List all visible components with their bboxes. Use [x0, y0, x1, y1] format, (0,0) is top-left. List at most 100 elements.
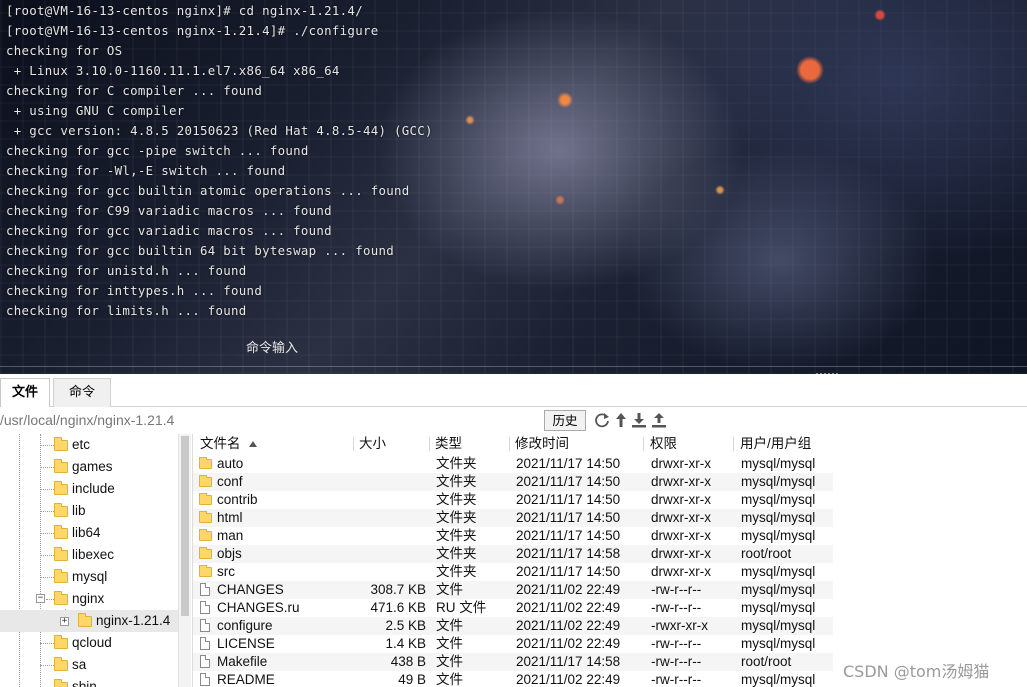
column-header-permissions[interactable]: 权限 — [650, 434, 677, 454]
file-row[interactable]: html 文件夹 2021/11/17 14:50 drwxr-xr-x mysql/m… — [193, 509, 833, 527]
file-type: 文件 — [436, 672, 463, 687]
folder-icon — [54, 459, 68, 473]
file-size: 49 B — [398, 672, 426, 687]
file-owner: mysql/mysql — [741, 510, 816, 525]
upload-icon[interactable] — [650, 411, 668, 429]
command-input-label[interactable]: 命令输入 — [246, 337, 298, 356]
folder-icon — [199, 529, 212, 541]
expand-toggle-icon[interactable]: + — [60, 617, 69, 626]
file-row[interactable]: auto 文件夹 2021/11/17 14:50 drwxr-xr-x mysql/m… — [193, 455, 833, 473]
terminal-line: + using GNU C compiler — [6, 103, 185, 118]
file-mtime: 2021/11/17 14:58 — [516, 546, 621, 561]
tree-item-nginx-1-21-4[interactable]: + nginx-1.21.4 — [0, 610, 178, 632]
file-mtime: 2021/11/02 22:49 — [516, 582, 621, 597]
file-type: 文件 — [436, 582, 463, 597]
file-name: objs — [217, 546, 242, 561]
column-header-name[interactable]: 文件名 — [200, 434, 257, 454]
tree-item-mysql[interactable]: mysql — [52, 566, 178, 588]
terminal-line: [root@VM-16-13-centos nginx]# cd nginx-1… — [6, 3, 363, 18]
file-owner: mysql/mysql — [741, 672, 816, 687]
tree-item-sa[interactable]: sa — [52, 654, 178, 676]
tree-item-qcloud[interactable]: qcloud — [52, 632, 178, 654]
file-mtime: 2021/11/17 14:50 — [516, 510, 621, 525]
file-row[interactable]: LICENSE 1.4 KB 文件 2021/11/02 22:49 -rw-r--r-… — [193, 635, 833, 653]
file-type: 文件 — [436, 636, 463, 651]
file-name: conf — [217, 474, 243, 489]
file-type: 文件夹 — [436, 510, 477, 525]
folder-icon — [199, 457, 212, 469]
tab-commands[interactable]: 命令 — [53, 378, 111, 407]
file-type: 文件夹 — [436, 546, 477, 561]
folder-icon — [54, 569, 68, 583]
tree-scrollbar[interactable] — [178, 434, 191, 687]
file-type: 文件夹 — [436, 474, 477, 489]
file-row[interactable]: CHANGES 308.7 KB 文件 2021/11/02 22:49 -rw-r--… — [193, 581, 833, 599]
tree-item-include[interactable]: include — [52, 478, 178, 500]
column-separator[interactable] — [733, 437, 734, 451]
tree-item-label: libexec — [72, 547, 115, 562]
file-size: 308.7 KB — [370, 582, 426, 597]
terminal-line: checking for gcc builtin atomic operatio… — [6, 183, 410, 198]
file-row[interactable]: man 文件夹 2021/11/17 14:50 drwxr-xr-x mysql/my… — [193, 527, 833, 545]
column-header-label: 文件名 — [200, 436, 241, 451]
file-row[interactable]: conf 文件夹 2021/11/17 14:50 drwxr-xr-x mysql/m… — [193, 473, 833, 491]
file-row[interactable]: configure 2.5 KB 文件 2021/11/02 22:49 -rwxr-x… — [193, 617, 833, 635]
file-perm: -rw-r--r-- — [651, 636, 702, 651]
tree-item-sbin[interactable]: sbin — [52, 676, 178, 687]
terminal-output: [root@VM-16-13-centos nginx]# cd nginx-1… — [6, 1, 433, 321]
file-name: auto — [217, 456, 244, 471]
file-row[interactable]: README 49 B 文件 2021/11/02 22:49 -rw-r--r-- my… — [193, 671, 833, 687]
file-row[interactable]: src 文件夹 2021/11/17 14:50 drwxr-xr-x mysql/my… — [193, 563, 833, 581]
file-perm: -rwxr-xr-x — [651, 618, 708, 633]
file-row[interactable]: contrib 文件夹 2021/11/17 14:50 drwxr-xr-x mysq… — [193, 491, 833, 509]
file-row[interactable]: objs 文件夹 2021/11/17 14:58 drwxr-xr-x root/ro… — [193, 545, 833, 563]
tab-files[interactable]: 文件 — [0, 378, 50, 407]
file-owner: mysql/mysql — [741, 618, 816, 633]
tree-item-lib64[interactable]: lib64 — [52, 522, 178, 544]
folder-icon — [54, 525, 68, 539]
column-separator[interactable] — [509, 437, 510, 451]
sort-ascending-icon — [248, 441, 257, 447]
tree-item-label: games — [72, 459, 113, 474]
file-row[interactable]: Makefile 438 B 文件 2021/11/17 14:58 -rw-r--r-… — [193, 653, 833, 671]
tree-item-label: lib64 — [72, 525, 101, 540]
download-icon[interactable] — [630, 411, 648, 429]
file-type: 文件 — [436, 654, 463, 669]
tree-item-games[interactable]: games — [52, 456, 178, 478]
column-header-owner[interactable]: 用户/用户组 — [740, 434, 811, 454]
folder-icon — [199, 511, 212, 523]
column-header-type[interactable]: 类型 — [435, 434, 462, 454]
file-size: 2.5 KB — [385, 618, 426, 633]
history-button[interactable]: 历史 — [544, 410, 586, 431]
watermark: CSDN @tom汤姆猫 — [843, 662, 990, 681]
tree-item-lib[interactable]: lib — [52, 500, 178, 522]
folder-icon — [199, 547, 212, 559]
file-list: 文件名 大小 类型 修改时间 权限 用户/用户组 auto 文件夹 2021/11/… — [192, 434, 1027, 687]
folder-icon — [199, 475, 212, 487]
terminal-panel[interactable]: [root@VM-16-13-centos nginx]# cd nginx-1… — [0, 0, 1027, 374]
tree-item-libexec[interactable]: libexec — [52, 544, 178, 566]
file-owner: mysql/mysql — [741, 564, 816, 579]
terminal-divider — [0, 366, 1027, 367]
up-arrow-icon[interactable] — [612, 411, 630, 429]
column-header-modified[interactable]: 修改时间 — [515, 434, 569, 454]
path-input[interactable] — [0, 410, 538, 430]
file-mtime: 2021/11/02 22:49 — [516, 636, 621, 651]
file-perm: drwxr-xr-x — [651, 510, 711, 525]
file-perm: -rw-r--r-- — [651, 672, 702, 687]
terminal-line: checking for inttypes.h ... found — [6, 283, 263, 298]
refresh-icon[interactable] — [593, 411, 611, 429]
column-separator[interactable] — [353, 437, 354, 451]
tree-item-nginx[interactable]: nginx — [52, 588, 178, 610]
column-header-size[interactable]: 大小 — [359, 434, 386, 454]
terminal-line: checking for unistd.h ... found — [6, 263, 247, 278]
file-perm: drwxr-xr-x — [651, 474, 711, 489]
column-separator[interactable] — [643, 437, 644, 451]
column-separator[interactable] — [429, 437, 430, 451]
tree-item-etc[interactable]: etc — [52, 434, 178, 456]
collapse-toggle-icon[interactable]: − — [36, 594, 45, 603]
tree-item-label: lib — [72, 503, 86, 518]
tree-scrollbar-thumb[interactable] — [181, 436, 189, 616]
tree-guide-line — [40, 434, 41, 600]
file-row[interactable]: CHANGES.ru 471.6 KB RU 文件 2021/11/02 22:49-… — [193, 599, 833, 617]
